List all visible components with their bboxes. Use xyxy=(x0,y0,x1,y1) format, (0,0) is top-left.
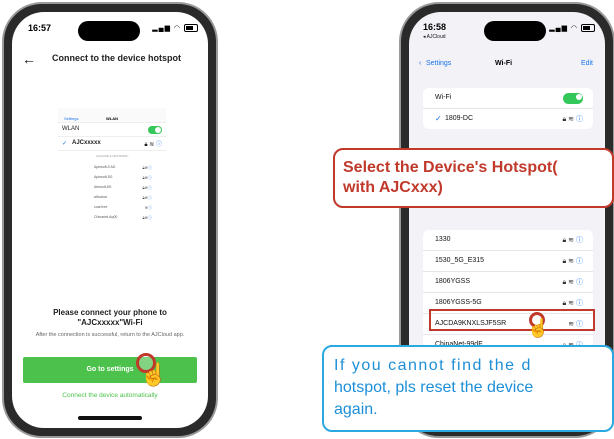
mini-network: Apinsoft-5G 🔒︎≋ⓘ xyxy=(94,175,152,180)
callout-line-1: Select the Device's Hotspot( xyxy=(343,159,558,176)
checkmark-icon: ✓ xyxy=(62,141,68,147)
status-time: 16:58 xyxy=(423,22,447,32)
arrow-left-icon[interactable]: ← xyxy=(22,50,36,68)
callout-line-2: hotspot, pls reset the device xyxy=(334,379,534,396)
mini-connected-name: AJCxxxxx xyxy=(72,140,101,146)
mini-section-header: CHOOSE A NETWORK... xyxy=(96,154,131,158)
status-back-app[interactable]: ◂ AJCloud xyxy=(423,34,446,40)
checkmark-icon: ✓ xyxy=(435,114,442,123)
mini-nav: Settings WLAN xyxy=(58,108,166,123)
settings-illustration: Settings WLAN WLAN ✓ AJCxxxxx 🔒︎ ≋ ⓘ CHO… xyxy=(58,108,166,298)
networks-card: 1330 🔒︎ ≋ ⓘ 1530_5G_E315 🔒︎ ≋ ⓘ 1806YGSS 🔒︎… xyxy=(423,230,593,355)
status-icons: ▂▄▆ ◠ xyxy=(152,24,198,33)
wifi-toggle-row: Wi-Fi xyxy=(423,88,593,109)
connect-automatically-link[interactable]: Connect the device automatically xyxy=(12,392,208,399)
highlight-box xyxy=(429,309,595,331)
status-time: 16:57 xyxy=(28,23,52,33)
reset-device-callout: If you cannot find the d hotspot, pls re… xyxy=(322,345,614,432)
go-to-settings-button[interactable]: Go to settings xyxy=(23,357,197,383)
after-connection-text: After the connection is successful, retu… xyxy=(35,332,185,338)
connected-network-row[interactable]: ✓ 1809-DC 🔒︎ ≋ ⓘ xyxy=(423,109,593,129)
pointing-hand-icon: ☝ xyxy=(527,318,550,338)
mini-network: Apinsoft-0 AD 🔒︎≋ⓘ xyxy=(94,165,152,170)
mini-wlan-row: WLAN xyxy=(58,123,166,137)
nav-title: Wi-Fi xyxy=(495,60,513,67)
mini-back-label: Settings xyxy=(64,116,79,121)
wifi-label: Wi-Fi xyxy=(435,94,452,101)
mini-title: WLAN xyxy=(106,116,118,121)
page-title: Connect to the device hotspot xyxy=(52,53,182,63)
nav-back-settings[interactable]: Settings xyxy=(426,60,451,67)
nav-edit[interactable]: Edit xyxy=(581,60,593,67)
mini-wlan-label: WLAN xyxy=(62,126,80,132)
page-header: ← Connect to the device hotspot xyxy=(12,50,208,70)
wlan-toggle xyxy=(148,126,162,134)
instruction-line-1: Please connect your phone to xyxy=(53,308,167,317)
mini-connected-row: ✓ AJCxxxxx 🔒︎ ≋ ⓘ xyxy=(58,137,166,151)
mini-network: Almsoft-5G 🔒︎≋ⓘ xyxy=(94,185,152,190)
pointing-hand-icon: ☝ xyxy=(140,362,168,387)
dynamic-island xyxy=(484,21,546,41)
callout-line-1: If you cannot find the d xyxy=(334,357,532,374)
lock-wifi-info-icons: 🔒︎ ≋ ⓘ xyxy=(144,142,162,148)
mini-network: coal free ≋ⓘ xyxy=(94,205,152,210)
left-phone-screen: 16:57 ▂▄▆ ◠ ← Connect to the device hots… xyxy=(12,12,208,428)
left-phone-frame: 16:57 ▂▄▆ ◠ ← Connect to the device hots… xyxy=(2,2,218,438)
mini-network-list: CHOOSE A NETWORK... Apinsoft-0 AD 🔒︎≋ⓘ Ap… xyxy=(58,151,166,269)
callout-line-3: again. xyxy=(334,401,378,418)
instruction-line-2: "AJCxxxxx"Wi-Fi xyxy=(77,318,143,327)
wifi-nav-bar: ‹ Settings Wi-Fi Edit xyxy=(409,60,605,74)
dynamic-island xyxy=(78,21,140,41)
wifi-toggle-card: Wi-Fi ✓ 1809-DC 🔒︎ ≋ ⓘ xyxy=(423,88,593,129)
mini-network: Chinanet-Aq00 🔒︎≋ⓘ xyxy=(94,215,152,220)
mini-network: alfrocion 🔒︎≋ⓘ xyxy=(94,195,152,200)
wifi-toggle[interactable] xyxy=(563,93,583,104)
status-icons: ▂▄▆ ◠ xyxy=(549,24,595,33)
network-row[interactable]: 1330 🔒︎ ≋ ⓘ xyxy=(423,230,593,251)
network-row[interactable]: 1530_5G_E315 🔒︎ ≋ ⓘ xyxy=(423,251,593,272)
network-row[interactable]: 1806YGSS 🔒︎ ≋ ⓘ xyxy=(423,272,593,293)
chevron-left-icon[interactable]: ‹ xyxy=(419,60,421,67)
select-hotspot-callout: Select the Device's Hotspot( with AJCxxx… xyxy=(333,148,614,208)
lock-wifi-info-icons: 🔒︎ ≋ ⓘ xyxy=(562,116,583,123)
connected-network-name: 1809-DC xyxy=(445,115,474,122)
callout-line-2: with AJCxxx) xyxy=(343,179,443,196)
home-indicator xyxy=(78,416,142,420)
